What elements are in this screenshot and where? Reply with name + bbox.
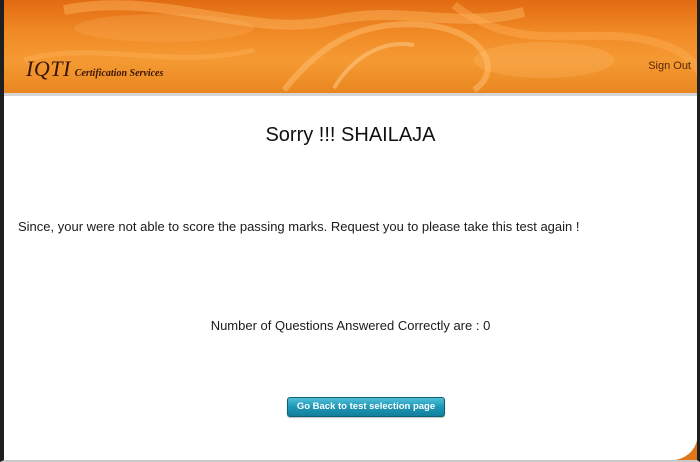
score-text: Number of Questions Answered Correctly a…	[210, 318, 491, 333]
result-page: IQTI Certification Services Sign Out Sor…	[0, 0, 700, 462]
go-back-button[interactable]: Go Back to test selection page	[287, 397, 445, 417]
result-title: Sorry !!! SHAILAJA	[265, 124, 436, 146]
corner-decoration	[675, 440, 697, 460]
site-logo: IQTI Certification Services	[26, 56, 163, 82]
logo-main-text: IQTI	[26, 56, 71, 81]
site-header: IQTI Certification Services Sign Out	[4, 0, 697, 96]
fail-message: Since, your were not able to score the p…	[18, 219, 580, 234]
sign-out-link[interactable]: Sign Out	[648, 60, 691, 72]
logo-sub-text: Certification Services	[74, 68, 164, 79]
